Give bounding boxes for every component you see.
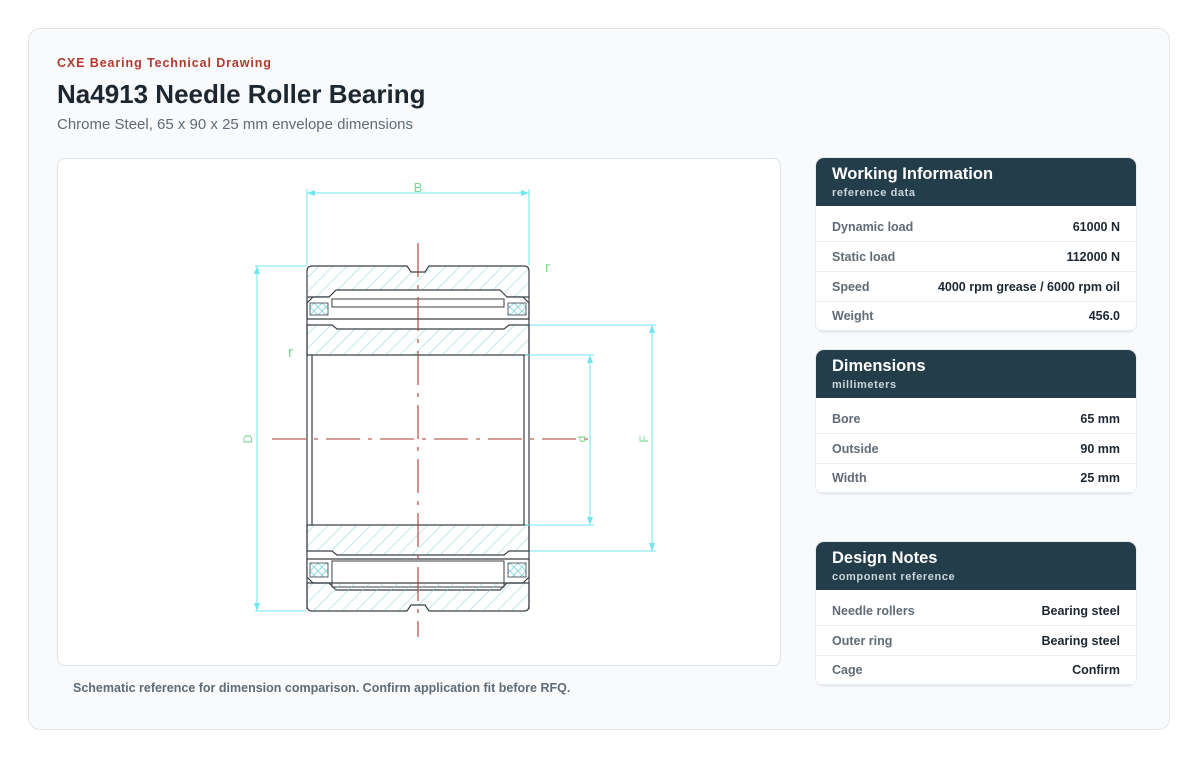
panel-subtitle: millimeters bbox=[832, 379, 897, 391]
eyebrow-label: CXE Bearing Technical Drawing bbox=[57, 56, 272, 70]
dimension-label-B: B bbox=[414, 180, 423, 195]
spec-row-dynamic-load: Dynamic load 61000 N bbox=[816, 212, 1136, 242]
panel-header: Working Information reference data bbox=[816, 158, 1136, 206]
spec-value: Bearing steel bbox=[1041, 603, 1120, 618]
panel-header: Dimensions millimeters bbox=[816, 350, 1136, 398]
dimension-label-D: D bbox=[241, 434, 255, 443]
drawing-card: CXE Bearing Technical Drawing Na4913 Nee… bbox=[28, 28, 1170, 730]
spec-label: Outside bbox=[832, 441, 879, 456]
spec-row-outside: Outside 90 mm bbox=[816, 434, 1136, 464]
cage-pocket-bottom-left bbox=[309, 562, 329, 578]
dimension-label-F: F bbox=[637, 435, 651, 442]
page-title: Na4913 Needle Roller Bearing bbox=[57, 79, 426, 109]
spec-row-width: Width 25 mm bbox=[816, 464, 1136, 494]
spec-label: Needle rollers bbox=[832, 603, 915, 618]
panel-header: Design Notes component reference bbox=[816, 542, 1136, 590]
spec-row-weight: Weight 456.0 bbox=[816, 302, 1136, 332]
panel-title: Working Information bbox=[832, 165, 994, 183]
panel-title: Design Notes bbox=[832, 549, 938, 567]
spec-value: Confirm bbox=[1072, 663, 1120, 677]
radius-label-left: r bbox=[288, 344, 293, 361]
drawing-caption: Schematic reference for dimension compar… bbox=[73, 681, 571, 695]
working-information-panel: Working Information reference data Dynam… bbox=[816, 158, 1136, 332]
panel-subtitle: component reference bbox=[832, 571, 956, 583]
spec-label: Weight bbox=[832, 309, 874, 323]
spec-row-bore: Bore 65 mm bbox=[816, 404, 1136, 434]
cage-pocket-bottom-right bbox=[507, 562, 527, 578]
spec-label: Bore bbox=[832, 411, 861, 426]
panel-subtitle: reference data bbox=[832, 187, 916, 199]
design-notes-panel: Design Notes component reference Needle … bbox=[816, 542, 1136, 686]
cage-pocket-top-right bbox=[507, 302, 527, 316]
spec-label: Cage bbox=[832, 663, 863, 677]
spec-value: 25 mm bbox=[1080, 471, 1120, 485]
spec-row-cage: Cage Confirm bbox=[816, 656, 1136, 686]
spec-row-speed: Speed 4000 rpm grease / 6000 rpm oil bbox=[816, 272, 1136, 302]
spec-label: Speed bbox=[832, 279, 870, 294]
panel-title: Dimensions bbox=[832, 357, 926, 375]
spec-value: 65 mm bbox=[1080, 411, 1120, 426]
cage-pocket-top-left bbox=[309, 302, 329, 316]
dimensions-panel: Dimensions millimeters Bore 65 mm Outside… bbox=[816, 350, 1136, 494]
radius-label-top: r bbox=[545, 259, 550, 276]
spec-row-static-load: Static load 112000 N bbox=[816, 242, 1136, 272]
spec-label: Static load bbox=[832, 249, 896, 264]
spec-value: 61000 N bbox=[1072, 219, 1120, 234]
spec-value: 90 mm bbox=[1080, 441, 1120, 456]
spec-label: Dynamic load bbox=[832, 219, 914, 234]
spec-value: 456.0 bbox=[1088, 309, 1120, 323]
spec-row-needle-rollers: Needle rollers Bearing steel bbox=[816, 596, 1136, 626]
spec-row-outer-ring: Outer ring Bearing steel bbox=[816, 626, 1136, 656]
dimension-label-d: d bbox=[575, 436, 589, 443]
spec-value: 4000 rpm grease / 6000 rpm oil bbox=[937, 279, 1120, 294]
spec-label: Outer ring bbox=[832, 633, 893, 648]
technical-drawing: B r r D d F bbox=[57, 158, 781, 666]
spec-value: Bearing steel bbox=[1041, 633, 1120, 648]
spec-value: 112000 N bbox=[1066, 249, 1120, 264]
bearing-section-svg: B r r D d F bbox=[241, 180, 656, 637]
spec-label: Width bbox=[832, 471, 867, 485]
page-subtitle: Chrome Steel, 65 x 90 x 25 mm envelope d… bbox=[57, 116, 414, 133]
